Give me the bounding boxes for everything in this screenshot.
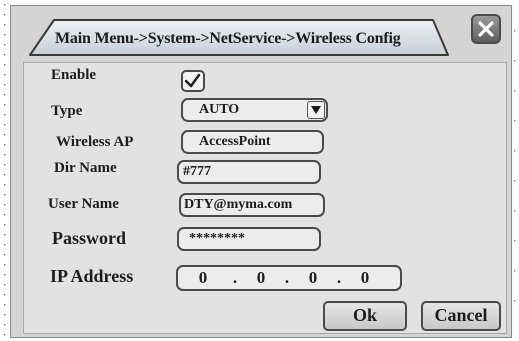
cancel-button[interactable]: Cancel [421,301,501,331]
ip-separator: . [232,268,238,287]
password-label: Password [52,228,127,248]
user-name-field[interactable]: DTY@myma.com [179,193,325,217]
user-name-value: DTY@myma.com [184,197,293,212]
close-button[interactable] [471,14,501,44]
ip-address-field[interactable]: 0 . 0 . 0 . 0 [176,265,402,291]
ok-button[interactable]: Ok [323,301,407,331]
ip-separator: . [284,268,290,287]
wireless-ap-value: AccessPoint [199,134,271,149]
type-value: AUTO [199,102,240,117]
ip-octet-2[interactable]: 0 [250,267,272,289]
ip-octet-3[interactable]: 0 [302,267,324,289]
enable-checkbox[interactable] [181,70,205,92]
ip-octet-1[interactable]: 0 [192,267,214,289]
dir-name-label: Dir Name [54,160,117,176]
dir-name-field[interactable]: #777 [177,160,321,184]
password-field[interactable]: ******** [177,227,321,251]
dropdown-triangle-icon[interactable] [307,101,325,119]
checkmark-icon [184,73,201,88]
user-name-label: User Name [48,196,119,212]
wireless-ap-field[interactable]: AccessPoint [181,130,324,154]
title-bar: Main Menu->System->NetService->Wireless … [11,6,511,62]
enable-label: Enable [51,67,97,83]
config-form-panel: Enable Type AUTO Wireless AP AccessPoint… [23,62,507,334]
wireless-ap-label: Wireless AP [56,134,134,150]
ip-octet-4[interactable]: 0 [354,267,376,289]
wireless-config-dialog: Main Menu->System->NetService->Wireless … [10,5,512,338]
ip-separator: . [336,268,342,287]
close-x-icon [478,21,494,37]
password-value: ******** [189,231,245,246]
type-dropdown[interactable]: AUTO [181,98,328,122]
ip-address-label: IP Address [50,266,134,286]
breadcrumb-title: Main Menu->System->NetService->Wireless … [55,30,401,47]
type-label: Type [51,103,83,119]
dir-name-value: #777 [183,164,211,179]
